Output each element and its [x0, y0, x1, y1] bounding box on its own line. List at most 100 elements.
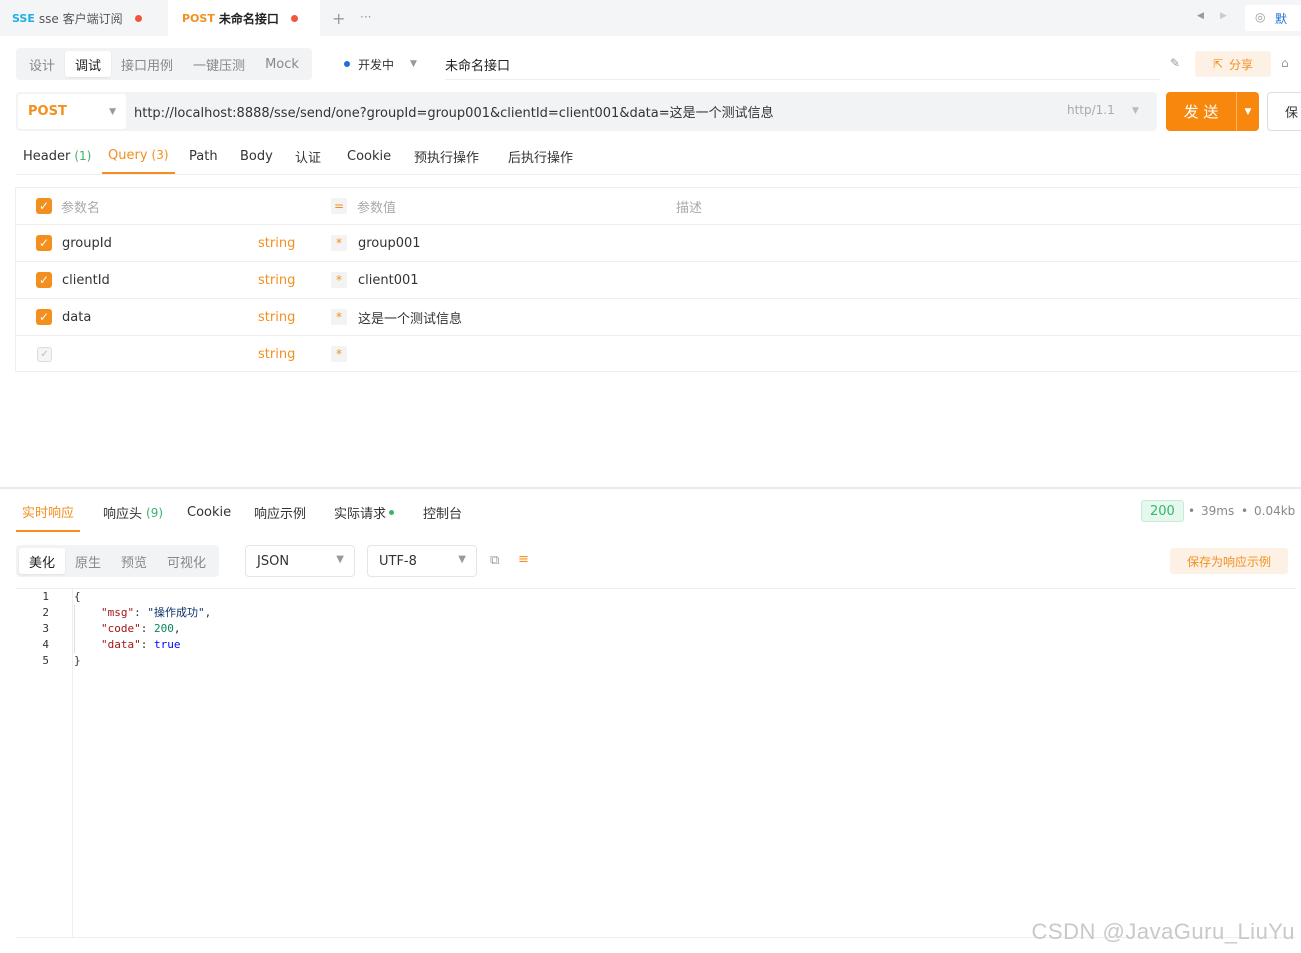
param-value[interactable]: 这是一个测试信息 — [358, 299, 462, 336]
url-input[interactable]: http://localhost:8888/sse/send/one?group… — [134, 92, 774, 131]
select-all-checkbox[interactable]: ✓ — [36, 198, 52, 214]
environment-icon: ◎ — [1255, 10, 1266, 24]
code-line: "msg": "操作成功", — [101, 606, 212, 619]
environment-select[interactable]: ◎ 默 — [1245, 5, 1301, 31]
param-type[interactable]: string — [258, 336, 295, 373]
param-row-empty: ✓ string * — [16, 336, 1301, 373]
more-icon[interactable]: ··· — [360, 10, 371, 24]
tab-console[interactable]: 控制台 — [423, 493, 462, 532]
format-select[interactable]: JSON ▼ — [245, 545, 355, 577]
param-row: ✓ data string * 这是一个测试信息 — [16, 299, 1301, 336]
code-line: "data": true — [101, 638, 181, 651]
param-name[interactable]: groupId — [62, 225, 112, 262]
status-badge: 200 — [1141, 500, 1184, 522]
param-desc-header: 描述 — [676, 201, 703, 216]
tab-sse-subscribe[interactable]: SSE sse 客户端订阅 — [12, 0, 142, 36]
param-name[interactable]: clientId — [62, 262, 110, 299]
param-row: ✓ clientId string * client001 — [16, 262, 1301, 299]
code-line: } — [74, 654, 81, 667]
view-tab-preview[interactable]: 预览 — [111, 548, 157, 574]
tab-unnamed-api[interactable]: POST 未命名接口 — [168, 0, 320, 36]
required-icon[interactable]: * — [331, 346, 347, 362]
chevron-down-icon: ▼ — [410, 59, 417, 69]
wrap-lines-icon[interactable]: ≡ — [518, 552, 529, 567]
edit-icon[interactable]: ✎ — [1170, 56, 1180, 70]
param-type[interactable]: string — [258, 225, 295, 262]
add-tab-icon[interactable]: + — [332, 9, 345, 28]
tab-title: 未命名接口 — [218, 11, 279, 26]
sse-tag: SSE — [12, 11, 35, 25]
pane-divider[interactable] — [0, 487, 1301, 489]
tab-response-cookie[interactable]: Cookie — [187, 493, 231, 532]
encoding-label: UTF-8 — [379, 553, 417, 569]
lock-icon[interactable]: ⌂ — [1281, 56, 1289, 70]
tab-header[interactable]: Header (1) — [23, 138, 91, 174]
tab-response-example[interactable]: 响应示例 — [254, 493, 306, 532]
status-select[interactable]: 开发中 ▼ — [344, 55, 417, 73]
mode-tab-load-test[interactable]: 一键压测 — [183, 51, 255, 77]
tab-live-response[interactable]: 实时响应 — [16, 493, 81, 532]
param-value[interactable]: group001 — [358, 225, 421, 262]
share-button[interactable]: ⇱ 分享 — [1195, 51, 1271, 77]
encoding-select[interactable]: UTF-8 ▼ — [367, 545, 477, 577]
tab-path[interactable]: Path — [189, 138, 218, 174]
send-button[interactable]: 发 送 ▼ — [1166, 92, 1259, 131]
mode-tab-debug[interactable]: 调试 — [65, 51, 112, 77]
send-options-icon[interactable]: ▼ — [1237, 107, 1259, 117]
tab-auth[interactable]: 认证 — [295, 138, 321, 174]
param-checkbox[interactable]: ✓ — [36, 309, 52, 325]
tab-query[interactable]: Query (3) — [102, 138, 175, 174]
view-tab-visualize[interactable]: 可视化 — [157, 548, 216, 574]
param-type[interactable]: string — [258, 262, 295, 299]
required-icon[interactable]: * — [331, 235, 347, 251]
line-number-gutter: 1 2 3 4 5 — [16, 589, 73, 938]
line-number: 2 — [42, 606, 49, 619]
share-icon: ⇱ — [1212, 57, 1224, 71]
scroll-left-icon[interactable]: ◀ — [1197, 11, 1204, 21]
environment-label: 默 — [1275, 12, 1288, 26]
tab-cookie[interactable]: Cookie — [347, 138, 391, 174]
param-row: ✓ groupId string * group001 — [16, 225, 1301, 262]
view-tab-raw[interactable]: 原生 — [65, 548, 111, 574]
response-time: 39ms — [1201, 504, 1235, 518]
params-header-row: ✓ 参数名 = 参数值 描述 — [16, 188, 1301, 225]
param-type[interactable]: string — [258, 299, 295, 336]
tab-bar: SSE sse 客户端订阅 POST 未命名接口 + ··· ◀ ▶ ◎ 默 — [0, 0, 1301, 36]
tab-body[interactable]: Body — [240, 138, 273, 174]
bulk-edit-icon[interactable]: = — [331, 198, 347, 214]
save-button[interactable]: 保 — [1267, 92, 1301, 131]
protocol-select[interactable]: http/1.1 — [1067, 103, 1115, 117]
code-line: { — [74, 590, 81, 603]
param-checkbox[interactable]: ✓ — [36, 272, 52, 288]
tab-post-script[interactable]: 后执行操作 — [508, 138, 573, 174]
tab-pre-script[interactable]: 预执行操作 — [414, 138, 479, 174]
params-table: ✓ 参数名 = 参数值 描述 ✓ groupId string * group0… — [15, 187, 1301, 372]
view-tab-pretty[interactable]: 美化 — [19, 548, 66, 574]
save-as-example-button[interactable]: 保存为响应示例 — [1170, 548, 1288, 574]
mode-tab-design[interactable]: 设计 — [19, 51, 65, 77]
param-checkbox[interactable]: ✓ — [36, 235, 52, 251]
line-number: 3 — [42, 622, 49, 635]
response-body-editor[interactable]: 1 2 3 4 5 { "msg": "操作成功", "code": 200, … — [16, 588, 1296, 938]
line-number: 5 — [42, 654, 49, 667]
required-icon[interactable]: * — [331, 309, 347, 325]
tab-actual-request[interactable]: 实际请求 — [334, 493, 395, 532]
unsaved-dot — [290, 14, 298, 22]
mode-tab-cases[interactable]: 接口用例 — [111, 51, 183, 77]
tab-response-headers[interactable]: 响应头 (9) — [103, 493, 163, 532]
request-sub-tabs: Header (1) Query (3) Path Body 认证 Cookie 预… — [16, 138, 1301, 175]
copy-icon[interactable]: ⧉ — [490, 553, 499, 568]
send-label: 发 送 — [1183, 103, 1219, 121]
format-label: JSON — [257, 553, 290, 569]
api-name-input[interactable]: 未命名接口 — [445, 50, 1160, 80]
param-checkbox[interactable]: ✓ — [37, 347, 52, 362]
param-value[interactable]: client001 — [358, 262, 419, 299]
method-select[interactable]: POST ▼ — [18, 94, 126, 129]
mode-tab-mock[interactable]: Mock — [255, 51, 309, 77]
save-label: 保 — [1285, 106, 1299, 121]
chevron-down-icon: ▼ — [336, 554, 344, 565]
separator-dot: • — [1188, 504, 1196, 518]
param-name[interactable]: data — [62, 299, 91, 336]
required-icon[interactable]: * — [331, 272, 347, 288]
scroll-right-icon[interactable]: ▶ — [1220, 11, 1227, 21]
